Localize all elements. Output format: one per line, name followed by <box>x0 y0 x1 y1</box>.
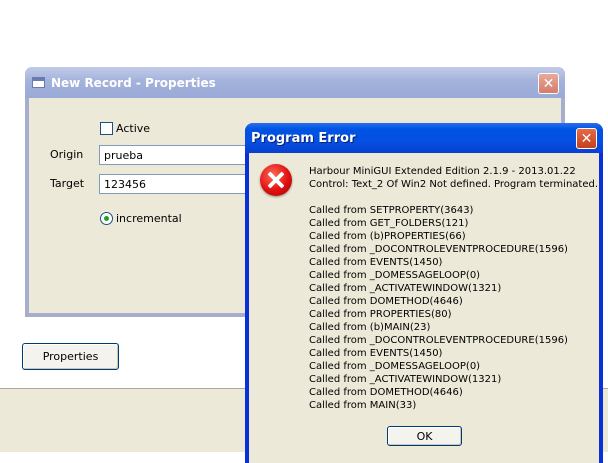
error-header-line: Harbour MiniGUI Extended Edition 2.1.9 -… <box>309 166 576 177</box>
program-error-close-button[interactable]: ✕ <box>576 128 597 149</box>
call-stack-line: Called from SETPROPERTY(3643) <box>309 205 474 216</box>
call-stack-line: Called from (b)PROPERTIES(66) <box>309 231 466 242</box>
call-stack-line: Called from EVENTS(1450) <box>309 348 443 359</box>
program-error-window: Program Error ✕ Harbour MiniGUI Extended… <box>245 123 603 463</box>
program-error-title: Program Error <box>251 131 356 146</box>
new-record-titlebar[interactable]: New Record - Properties ✕ <box>25 67 565 98</box>
call-stack-line: Called from _DOMESSAGELOOP(0) <box>309 270 481 281</box>
error-header-line: Control: Text_2 Of Win2 Not defined. Pro… <box>309 179 599 190</box>
active-checkbox[interactable] <box>100 122 113 135</box>
call-stack-line: Called from _DOCONTROLEVENTPROCEDURE(159… <box>309 335 568 346</box>
program-error-client: Harbour MiniGUI Extended Edition 2.1.9 -… <box>249 153 599 463</box>
new-record-title: New Record - Properties <box>51 76 216 90</box>
error-message: Harbour MiniGUI Extended Edition 2.1.9 -… <box>309 165 599 412</box>
incremental-label: incremental <box>116 212 182 225</box>
properties-button[interactable]: Properties <box>22 343 119 370</box>
ok-button[interactable]: OK <box>387 426 462 446</box>
active-label: Active <box>116 122 151 135</box>
call-stack-line: Called from EVENTS(1450) <box>309 257 443 268</box>
target-label: Target <box>50 177 85 190</box>
call-stack-line: Called from PROPERTIES(80) <box>309 309 452 320</box>
call-stack-line: Called from (b)MAIN(23) <box>309 322 431 333</box>
new-record-close-button[interactable]: ✕ <box>538 73 559 94</box>
call-stack-line: Called from _DOCONTROLEVENTPROCEDURE(159… <box>309 244 568 255</box>
error-x-icon <box>260 164 292 196</box>
window-icon <box>32 77 45 88</box>
call-stack-line: Called from _ACTIVATEWINDOW(1321) <box>309 283 502 294</box>
call-stack-line: Called from DOMETHOD(4646) <box>309 387 463 398</box>
origin-input[interactable]: prueba <box>99 145 249 165</box>
incremental-radio[interactable] <box>100 212 113 225</box>
call-stack-line: Called from _DOMESSAGELOOP(0) <box>309 361 481 372</box>
program-error-titlebar[interactable]: Program Error ✕ <box>245 123 603 153</box>
call-stack-line: Called from GET_FOLDERS(121) <box>309 218 469 229</box>
call-stack-line: Called from _ACTIVATEWINDOW(1321) <box>309 374 502 385</box>
target-input[interactable]: 123456 <box>99 174 249 194</box>
call-stack-line: Called from DOMETHOD(4646) <box>309 296 463 307</box>
origin-label: Origin <box>50 148 84 161</box>
call-stack-line: Called from MAIN(33) <box>309 400 417 411</box>
